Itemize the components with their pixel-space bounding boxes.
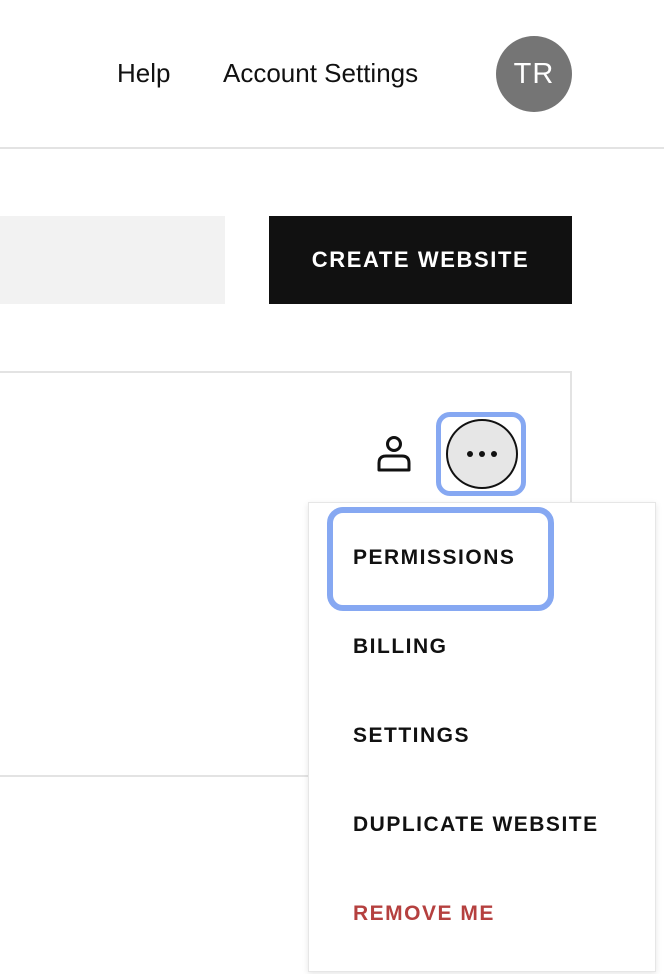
top-header: Help Account Settings TR	[0, 0, 664, 149]
more-horizontal-icon	[462, 449, 502, 459]
page: Help Account Settings TR CREATE WEBSITE …	[0, 0, 664, 974]
menu-item-duplicate-website[interactable]: DUPLICATE WEBSITE	[353, 812, 599, 838]
search-input[interactable]	[0, 216, 225, 304]
help-link[interactable]: Help	[117, 56, 170, 90]
menu-item-settings[interactable]: SETTINGS	[353, 723, 470, 749]
menu-item-billing[interactable]: BILLING	[353, 634, 448, 660]
create-website-button[interactable]: CREATE WEBSITE	[269, 216, 572, 304]
menu-item-remove-me[interactable]: REMOVE ME	[353, 901, 495, 927]
menu-item-permissions[interactable]: PERMISSIONS	[353, 545, 515, 571]
account-settings-link[interactable]: Account Settings	[223, 56, 418, 90]
avatar-initials: TR	[513, 57, 555, 90]
avatar[interactable]: TR	[496, 36, 572, 112]
more-options-button[interactable]	[446, 419, 518, 489]
person-icon[interactable]	[376, 434, 412, 474]
create-website-label: CREATE WEBSITE	[311, 247, 530, 272]
